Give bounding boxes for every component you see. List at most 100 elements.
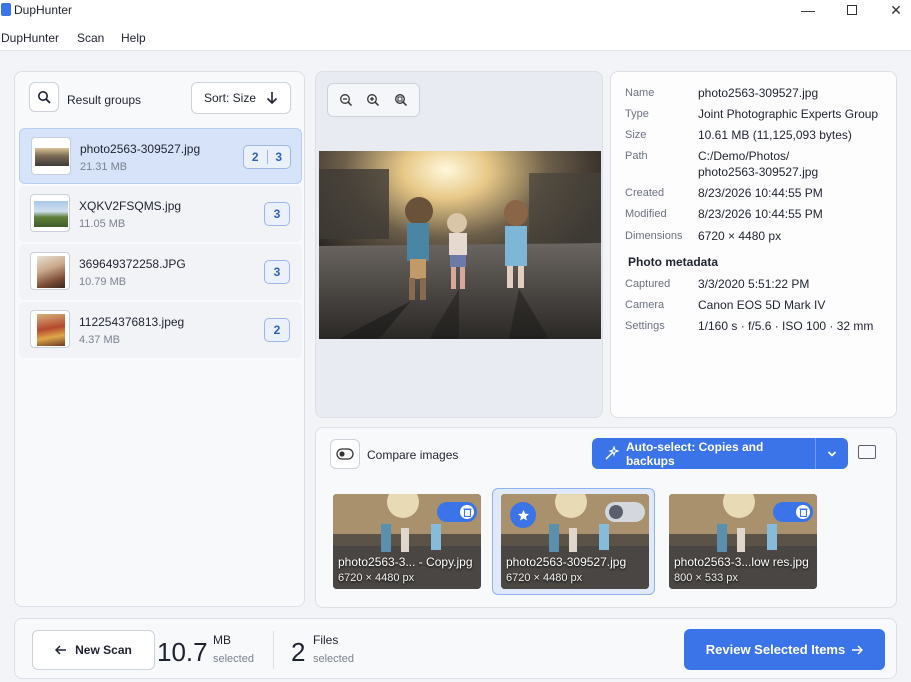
group-count-badge: 3	[264, 202, 290, 226]
new-scan-button[interactable]: New Scan	[32, 630, 155, 670]
group-row[interactable]: photo2563-309527.jpg 21.31 MB 2 3	[19, 128, 302, 184]
detail-value: photo2563-309527.jpg	[698, 165, 819, 179]
magic-wand-icon	[605, 446, 619, 460]
selected-size-caption: selected	[213, 653, 254, 665]
compare-toggle-button[interactable]	[330, 439, 360, 469]
group-row[interactable]: 112254376813.jpeg 4.37 MB 2	[19, 302, 302, 358]
arrow-down-icon	[266, 92, 278, 105]
compare-card[interactable]: photo2563-3... - Copy.jpg 6720 × 4480 px	[333, 494, 481, 589]
compare-file-name: photo2563-3... - Copy.jpg	[338, 555, 473, 569]
compare-card[interactable]: photo2563-309527.jpg 6720 × 4480 px	[501, 494, 649, 589]
review-selected-button[interactable]: Review Selected Items	[684, 629, 885, 670]
detail-value: C:/Demo/Photos/	[698, 149, 790, 163]
original-star-badge	[510, 502, 536, 528]
group-thumbnail	[30, 252, 70, 290]
compare-images-label: Compare images	[367, 448, 459, 462]
toggle-icon	[336, 448, 354, 460]
result-groups-panel: Result groups Sort: Size photo2563-30952…	[14, 71, 305, 607]
selected-size-unit: MB	[213, 633, 231, 647]
compare-panel: Compare images Auto-select: Copies and b…	[315, 427, 897, 608]
minimize-icon: —	[801, 2, 815, 18]
new-scan-label: New Scan	[75, 643, 132, 657]
detail-label: Modified	[625, 208, 667, 220]
auto-select-main[interactable]: Auto-select: Copies and backups	[592, 438, 816, 469]
group-size: 11.05 MB	[79, 218, 126, 230]
chevron-down-icon	[827, 450, 837, 457]
menu-scan[interactable]: Scan	[77, 31, 104, 45]
maximize-icon	[847, 5, 857, 15]
group-size: 4.37 MB	[79, 334, 120, 346]
group-count-badge: 2 3	[243, 145, 291, 169]
metadata-label: Captured	[625, 278, 671, 290]
mark-toggle[interactable]	[605, 502, 645, 522]
group-name: 369649372258.JPG	[79, 257, 186, 271]
keyboard-icon[interactable]	[858, 445, 876, 459]
mark-toggle[interactable]	[773, 502, 813, 522]
group-name: photo2563-309527.jpg	[80, 142, 201, 156]
detail-label: Size	[625, 129, 647, 141]
result-groups-title: Result groups	[67, 93, 142, 107]
group-name: 112254376813.jpeg	[79, 315, 185, 329]
zoom-fit-icon	[395, 94, 408, 107]
detail-value: 6720 × 4480 px	[698, 229, 782, 243]
auto-select-label: Auto-select: Copies and backups	[625, 439, 764, 468]
arrow-right-icon	[852, 644, 864, 655]
preview-photo-graphic	[319, 151, 601, 339]
group-thumbnail	[30, 194, 70, 232]
zoom-controls	[327, 83, 420, 117]
review-label: Review Selected Items	[705, 642, 846, 657]
star-icon	[517, 509, 529, 520]
zoom-in-button[interactable]	[362, 89, 384, 111]
file-details-panel: Name photo2563-309527.jpg Type Joint Pho…	[610, 71, 897, 418]
detail-value: Joint Photographic Experts Group	[698, 107, 879, 121]
compare-card[interactable]: photo2563-3...low res.jpg 800 × 533 px	[669, 494, 817, 589]
compare-file-name: photo2563-3...low res.jpg	[674, 555, 809, 569]
photo-metadata-title: Photo metadata	[628, 255, 719, 269]
detail-label: Created	[625, 187, 665, 199]
metadata-value: 1/160 s · f/5.6 · ISO 100 · 32 mm	[698, 319, 874, 333]
selected-count: 2	[251, 150, 259, 164]
toggle-knob	[609, 505, 623, 519]
detail-label: Name	[625, 87, 655, 99]
toggle-knob	[796, 505, 810, 519]
selected-files-caption: selected	[313, 653, 354, 665]
compare-file-dims: 800 × 533 px	[674, 572, 738, 584]
selected-files-unit: Files	[313, 633, 339, 647]
metadata-label: Settings	[625, 320, 665, 332]
search-button[interactable]	[29, 82, 59, 112]
close-button[interactable]: ✕	[874, 0, 911, 20]
detail-value: 10.61 MB (11,125,093 bytes)	[698, 128, 852, 142]
detail-value: 8/23/2026 10:44:55 PM	[698, 207, 823, 221]
zoom-fit-button[interactable]	[390, 89, 412, 111]
detail-value: photo2563-309527.jpg	[698, 86, 819, 100]
total-count: 3	[275, 150, 283, 164]
close-icon: ✕	[890, 1, 902, 18]
auto-select-dropdown-button[interactable]	[816, 438, 848, 469]
mark-toggle[interactable]	[437, 502, 477, 522]
group-count-badge: 3	[264, 260, 290, 284]
group-row[interactable]: XQKV2FSQMS.jpg 11.05 MB 3	[19, 186, 302, 242]
auto-select-button[interactable]: Auto-select: Copies and backups	[592, 438, 848, 469]
minimize-button[interactable]: —	[786, 0, 830, 20]
menu-bar: DupHunter Scan Help	[0, 24, 911, 51]
compare-file-dims: 6720 × 4480 px	[506, 572, 583, 584]
divider	[273, 631, 274, 669]
title-bar: DupHunter — ✕	[0, 0, 911, 24]
zoom-out-icon	[339, 94, 352, 107]
maximize-button[interactable]	[830, 0, 874, 20]
metadata-label: Camera	[625, 299, 665, 311]
zoom-out-button[interactable]	[335, 89, 357, 111]
sort-button[interactable]: Sort: Size	[191, 82, 291, 114]
group-thumbnail	[31, 137, 71, 175]
sort-label: Sort: Size	[203, 91, 257, 105]
detail-label: Path	[625, 150, 648, 162]
compare-file-name: photo2563-309527.jpg	[506, 555, 627, 569]
detail-value: 8/23/2026 10:44:55 PM	[698, 186, 823, 200]
group-row[interactable]: 369649372258.JPG 10.79 MB 3	[19, 244, 302, 300]
menu-help[interactable]: Help	[121, 31, 146, 45]
arrow-left-icon	[55, 645, 67, 655]
menu-duphunter[interactable]: DupHunter	[1, 31, 59, 45]
compare-file-dims: 6720 × 4480 px	[338, 572, 415, 584]
metadata-value: Canon EOS 5D Mark IV	[698, 298, 826, 312]
group-size: 21.31 MB	[80, 161, 128, 173]
